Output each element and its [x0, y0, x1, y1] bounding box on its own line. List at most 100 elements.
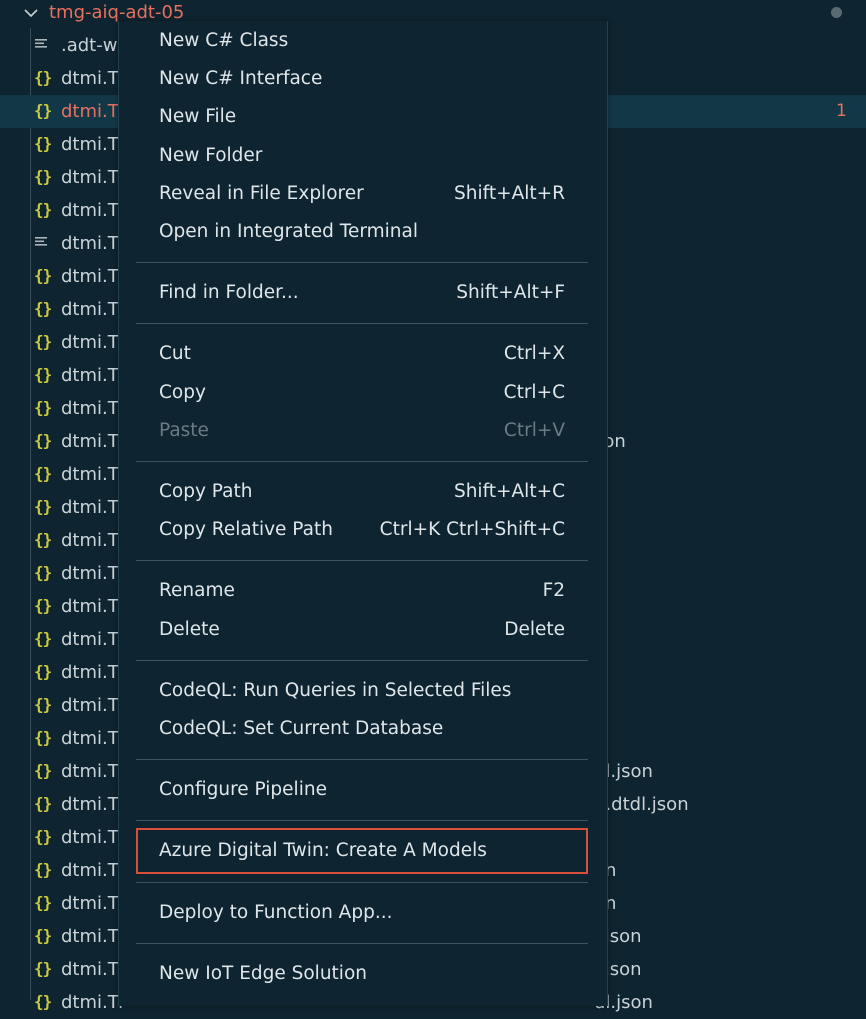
menu-item-deploy-to-function-app[interactable]: Deploy to Function App...	[136, 894, 588, 932]
menu-item-shortcut: Ctrl+X	[503, 343, 565, 365]
json-file-icon: {}	[34, 662, 52, 681]
file-name: dtmi.Ti	[61, 563, 124, 584]
file-name: dtmi.Ti	[61, 101, 124, 122]
json-file-icon: {}	[34, 332, 52, 351]
json-file-icon: {}	[34, 398, 52, 417]
menu-item-copy-relative-path[interactable]: Copy Relative Path Ctrl+K Ctrl+Shift+C	[136, 511, 588, 549]
menu-item-shortcut: Delete	[504, 618, 565, 640]
file-name: dtmi.Ti	[61, 167, 124, 188]
json-file-icon: {}	[34, 101, 52, 120]
menu-item-codeql-set-current-database[interactable]: CodeQL: Set Current Database	[136, 710, 588, 748]
file-name: dtmi.Ti	[61, 200, 124, 221]
file-name: dtmi.Ti	[61, 827, 124, 848]
menu-item-open-in-integrated-terminal[interactable]: Open in Integrated Terminal	[136, 213, 588, 251]
menu-item-label: Delete	[159, 618, 220, 640]
file-name: dtmi.Ti	[61, 530, 124, 551]
file-name: dtmi.Ti	[61, 332, 124, 353]
file-name: dtmi.Ti	[61, 299, 124, 320]
menu-item-shortcut: Ctrl+V	[503, 419, 565, 441]
json-file-icon: {}	[34, 200, 52, 219]
menu-item-shortcut: Shift+Alt+F	[456, 282, 565, 304]
menu-item-label: Rename	[159, 580, 235, 602]
json-file-icon: {}	[34, 794, 52, 813]
menu-item-configure-pipeline[interactable]: Configure Pipeline	[136, 771, 588, 809]
menu-item-shortcut: Shift+Alt+R	[454, 182, 565, 204]
json-file-icon: {}	[34, 365, 52, 384]
problem-count-badge: 1	[836, 101, 847, 121]
chevron-down-icon[interactable]	[20, 2, 42, 24]
menu-separator	[136, 659, 588, 661]
menu-item-label: Copy	[159, 381, 206, 403]
menu-separator	[136, 759, 588, 761]
menu-item-shortcut: Ctrl+C	[503, 381, 565, 403]
json-file-icon: {}	[34, 266, 52, 285]
menu-item-cut[interactable]: Cut Ctrl+X	[136, 335, 588, 373]
json-file-icon: {}	[34, 596, 52, 615]
menu-separator	[136, 881, 588, 883]
menu-item-label: New IoT Edge Solution	[159, 962, 367, 984]
json-file-icon: {}	[34, 497, 52, 516]
menu-item-new-folder[interactable]: New Folder	[136, 137, 588, 175]
menu-separator	[136, 942, 588, 944]
menu-item-shortcut: F2	[542, 580, 565, 602]
file-name: dtmi.Ti	[61, 992, 124, 1013]
menu-item-label: New C# Class	[159, 30, 289, 51]
menu-item-reveal-in-file-explorer[interactable]: Reveal in File Explorer Shift+Alt+R	[136, 175, 588, 213]
menu-item-label: New Folder	[159, 144, 263, 166]
menu-item-delete[interactable]: Delete Delete	[136, 611, 588, 649]
menu-item-find-in-folder[interactable]: Find in Folder... Shift+Alt+F	[136, 274, 588, 312]
json-file-icon: {}	[34, 464, 52, 483]
menu-item-label: Copy Path	[159, 481, 253, 502]
file-name: dtmi.Ti	[61, 662, 124, 683]
json-file-icon: {}	[34, 530, 52, 549]
json-file-icon: {}	[34, 68, 52, 87]
menu-item-label: Copy Relative Path	[159, 519, 333, 541]
modified-dot-icon	[831, 7, 842, 18]
text-file-icon	[34, 33, 52, 57]
menu-item-shortcut: Ctrl+K Ctrl+Shift+C	[379, 519, 565, 541]
menu-item-rename[interactable]: Rename F2	[136, 572, 588, 610]
file-name: dtmi.Ti	[61, 68, 124, 89]
file-name: dtmi.Ti	[61, 959, 124, 980]
json-file-icon: {}	[34, 860, 52, 879]
menu-item-new-iot-edge-solution[interactable]: New IoT Edge Solution	[136, 955, 588, 993]
file-name: dtmi.Ti	[61, 794, 124, 815]
menu-item-label: Cut	[159, 343, 191, 365]
menu-item-azure-digital-twin-create-a-models[interactable]: Azure Digital Twin: Create A Models	[136, 828, 588, 875]
menu-item-copy-path[interactable]: Copy Path Shift+Alt+C	[136, 473, 588, 511]
file-name: dtmi.Ti	[61, 860, 124, 881]
json-file-icon: {}	[34, 431, 52, 450]
menu-item-label: Reveal in File Explorer	[159, 182, 364, 204]
menu-separator	[136, 262, 588, 264]
menu-separator	[136, 820, 588, 822]
file-name: dtmi.Ti	[61, 365, 124, 386]
json-file-icon: {}	[34, 299, 52, 318]
menu-item-label: CodeQL: Set Current Database	[159, 718, 444, 739]
menu-item-copy[interactable]: Copy Ctrl+C	[136, 374, 588, 412]
menu-separator	[136, 560, 588, 562]
menu-item-new-c-class[interactable]: New C# Class	[136, 22, 588, 60]
json-file-icon: {}	[34, 695, 52, 714]
json-file-icon: {}	[34, 827, 52, 846]
file-name: dtmi.Ti	[61, 596, 124, 617]
menu-item-codeql-run-queries-in-selected-files[interactable]: CodeQL: Run Queries in Selected Files	[136, 672, 588, 710]
menu-item-paste: Paste Ctrl+V	[136, 412, 588, 450]
menu-item-new-file[interactable]: New File	[136, 98, 588, 136]
text-file-icon	[34, 231, 52, 255]
json-file-icon: {}	[34, 629, 52, 648]
context-menu: New C# Class New C# Interface New File New …	[118, 21, 608, 1006]
file-name: dtmi.Ti	[61, 398, 124, 419]
file-name: dtmi.Ti	[61, 695, 124, 716]
menu-item-label: Azure Digital Twin: Create A Models	[159, 840, 487, 862]
file-name: dtmi.Ti	[61, 893, 124, 914]
menu-item-shortcut: Shift+Alt+C	[453, 481, 565, 502]
menu-item-new-c-interface[interactable]: New C# Interface	[136, 60, 588, 98]
json-file-icon: {}	[34, 728, 52, 747]
menu-item-label: Configure Pipeline	[159, 779, 327, 801]
menu-item-label: Paste	[159, 419, 209, 441]
json-file-icon: {}	[34, 134, 52, 153]
json-file-icon: {}	[34, 761, 52, 780]
menu-item-label: Open in Integrated Terminal	[159, 221, 418, 242]
file-name: dtmi.Ti	[61, 629, 124, 650]
file-name: dtmi.Ti	[61, 431, 124, 452]
